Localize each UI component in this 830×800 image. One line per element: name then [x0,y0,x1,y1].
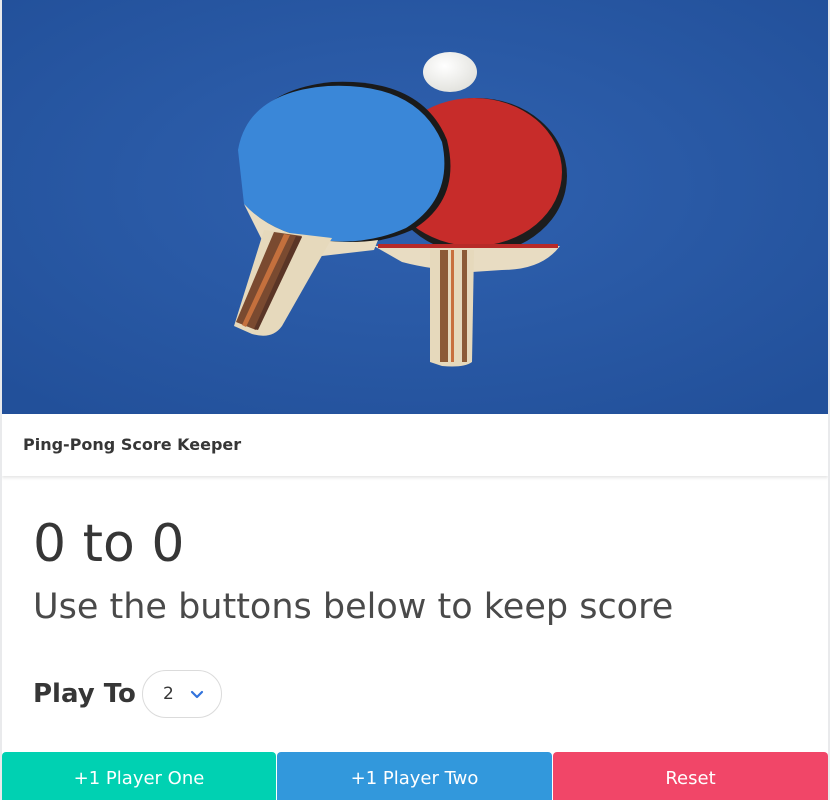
player-two-add-point-button[interactable]: +1 Player Two [277,752,552,800]
app-title: Ping-Pong Score Keeper [23,435,242,454]
score-card: Ping-Pong Score Keeper 0 to 0 Use the bu… [2,0,828,800]
play-to-select[interactable]: 2 [142,670,222,718]
play-to-selected-value: 2 [163,684,174,704]
card-header: Ping-Pong Score Keeper [2,414,828,476]
score-instructions: Use the buttons below to keep score [33,587,674,627]
ping-pong-paddles-image [2,0,828,414]
play-to-label: Play To [33,679,136,709]
player-one-add-point-button[interactable]: +1 Player One [2,752,276,800]
hero-illustration [2,0,828,414]
button-bar: +1 Player One +1 Player Two Reset [2,752,828,800]
ball-icon [423,52,477,92]
score-display: 0 to 0 [33,514,185,574]
reset-button[interactable]: Reset [553,752,828,800]
chevron-down-icon [190,690,204,699]
